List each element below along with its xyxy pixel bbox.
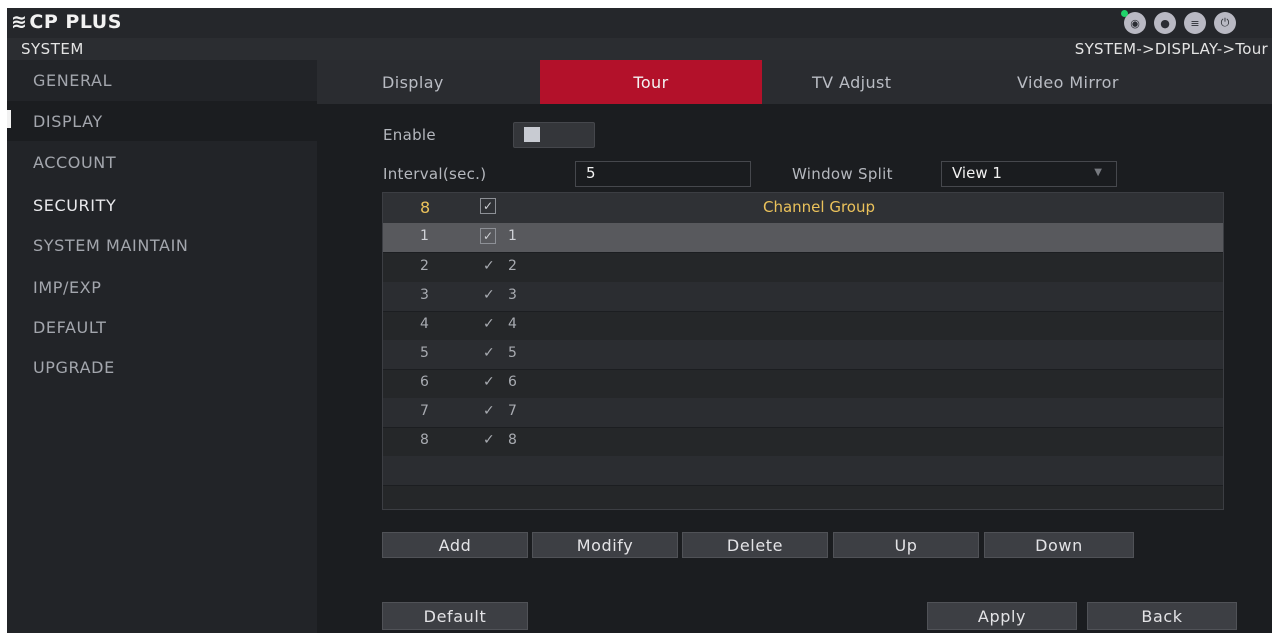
table-row[interactable]: 4 ✓ 4 <box>383 311 1223 341</box>
logo-text: CP PLUS <box>29 11 122 33</box>
table-row[interactable]: 2 ✓ 2 <box>383 253 1223 283</box>
back-button[interactable]: Back <box>1087 602 1237 630</box>
tab-label: Display <box>382 72 444 92</box>
power-icon[interactable]: ⏻ <box>1214 12 1236 34</box>
table-row[interactable]: 7 ✓ 7 <box>383 398 1223 428</box>
sidebar-item-general[interactable]: GENERAL <box>7 60 317 100</box>
check-icon[interactable]: ✓ <box>483 316 495 332</box>
sidebar-item-security[interactable]: SECURITY <box>7 185 317 225</box>
section-title: SYSTEM <box>21 40 84 58</box>
row-number: 4 <box>420 316 429 332</box>
interval-input[interactable]: 5 <box>575 161 751 187</box>
tab-video-mirror[interactable]: Video Mirror <box>1017 60 1217 104</box>
breadcrumb: SYSTEM->DISPLAY->Tour <box>1074 40 1268 58</box>
check-icon[interactable]: ✓ <box>483 258 495 274</box>
tab-tv-adjust[interactable]: TV Adjust <box>812 60 962 104</box>
status-dot-icon <box>1121 10 1128 17</box>
checkbox-icon: ✓ <box>480 198 496 214</box>
modify-button[interactable]: Modify <box>532 532 678 558</box>
sidebar-item-label: GENERAL <box>33 71 113 90</box>
tab-display[interactable]: Display <box>382 60 532 104</box>
check-icon[interactable]: ✓ <box>483 403 495 419</box>
enable-label: Enable <box>383 126 436 144</box>
sidebar-item-label: DEFAULT <box>33 318 107 337</box>
tab-bar: Display Tour TV Adjust Video Mirror <box>317 60 1272 104</box>
row-channels: 4 <box>508 316 517 332</box>
row-number: 2 <box>420 258 429 274</box>
top-bar: ≋ CP PLUS ◉ ● ≡ ⏻ <box>7 8 1272 38</box>
row-checkbox[interactable]: ✓ <box>480 228 496 244</box>
sidebar-item-account[interactable]: ACCOUNT <box>7 142 317 182</box>
window-split-value: View 1 <box>952 164 1002 182</box>
default-button[interactable]: Default <box>382 602 528 630</box>
table-row[interactable]: 6 ✓ 6 <box>383 369 1223 399</box>
table-row[interactable]: 1 ✓ 1 <box>383 223 1223 253</box>
row-channels: 1 <box>508 228 517 244</box>
row-number: 3 <box>420 287 429 303</box>
brand-logo: ≋ CP PLUS <box>11 11 122 33</box>
select-all-checkbox[interactable]: ✓ <box>480 198 496 214</box>
chevron-down-icon: ▼ <box>1094 167 1102 178</box>
down-button[interactable]: Down <box>984 532 1134 558</box>
table-row[interactable]: 5 ✓ 5 <box>383 340 1223 370</box>
sidebar-item-label: ACCOUNT <box>33 153 117 172</box>
sidebar-item-default[interactable]: DEFAULT <box>7 307 317 347</box>
title-bar: SYSTEM SYSTEM->DISPLAY->Tour <box>7 38 1272 60</box>
enable-toggle[interactable] <box>513 122 595 148</box>
sidebar-item-system-maintain[interactable]: SYSTEM MAINTAIN <box>7 225 317 265</box>
empty-row <box>383 456 1223 486</box>
logo-mark-icon: ≋ <box>11 11 28 33</box>
check-icon[interactable]: ✓ <box>483 432 495 448</box>
eye-icon[interactable]: ◉ <box>1121 10 1146 34</box>
tab-label: Video Mirror <box>1017 72 1119 92</box>
user-icon[interactable]: ● <box>1154 12 1176 34</box>
delete-button[interactable]: Delete <box>682 532 828 558</box>
sidebar-item-label: DISPLAY <box>33 112 103 131</box>
tab-label: TV Adjust <box>812 72 892 92</box>
row-count: 8 <box>420 198 431 217</box>
column-title: Channel Group <box>763 198 876 216</box>
toggle-knob <box>524 127 540 142</box>
check-icon[interactable]: ✓ <box>483 345 495 361</box>
check-icon[interactable]: ✓ <box>483 374 495 390</box>
up-button[interactable]: Up <box>833 532 979 558</box>
apply-button[interactable]: Apply <box>927 602 1077 630</box>
tab-label: Tour <box>633 72 669 92</box>
checkbox-icon: ✓ <box>480 228 496 244</box>
sidebar-item-imp-exp[interactable]: IMP/EXP <box>7 267 317 307</box>
sidebar-item-label: SECURITY <box>33 196 117 215</box>
menu-icon[interactable]: ≡ <box>1184 12 1206 34</box>
window-split-select[interactable]: View 1 ▼ <box>941 161 1117 187</box>
row-number: 6 <box>420 374 429 390</box>
row-number: 7 <box>420 403 429 419</box>
row-channels: 5 <box>508 345 517 361</box>
tab-tour[interactable]: Tour <box>540 60 762 104</box>
sidebar-item-label: UPGRADE <box>33 358 115 377</box>
sidebar-item-label: SYSTEM MAINTAIN <box>33 236 189 255</box>
table-row[interactable]: 3 ✓ 3 <box>383 282 1223 312</box>
window-split-label: Window Split <box>792 165 893 183</box>
row-channels: 2 <box>508 258 517 274</box>
check-icon[interactable]: ✓ <box>483 287 495 303</box>
table-row[interactable]: 8 ✓ 8 <box>383 427 1223 457</box>
row-channels: 6 <box>508 374 517 390</box>
sidebar-item-label: IMP/EXP <box>33 278 102 297</box>
row-channels: 3 <box>508 287 517 303</box>
interval-label: Interval(sec.) <box>383 165 487 183</box>
add-button[interactable]: Add <box>382 532 528 558</box>
sidebar: GENERAL DISPLAY ACCOUNT SECURITY SYSTEM … <box>7 60 317 633</box>
sidebar-item-upgrade[interactable]: UPGRADE <box>7 347 317 387</box>
row-number: 5 <box>420 345 429 361</box>
channel-group-table: 8 ✓ Channel Group 1 ✓ 1 2 ✓ 2 3 ✓ 3 4 ✓ … <box>382 192 1224 510</box>
table-header: 8 ✓ Channel Group <box>383 193 1223 223</box>
row-channels: 7 <box>508 403 517 419</box>
row-channels: 8 <box>508 432 517 448</box>
sidebar-item-display[interactable]: DISPLAY <box>7 101 317 141</box>
row-number: 8 <box>420 432 429 448</box>
app-window: ≋ CP PLUS ◉ ● ≡ ⏻ SYSTEM SYSTEM->DISPLAY-… <box>7 8 1272 633</box>
row-number: 1 <box>420 228 429 244</box>
